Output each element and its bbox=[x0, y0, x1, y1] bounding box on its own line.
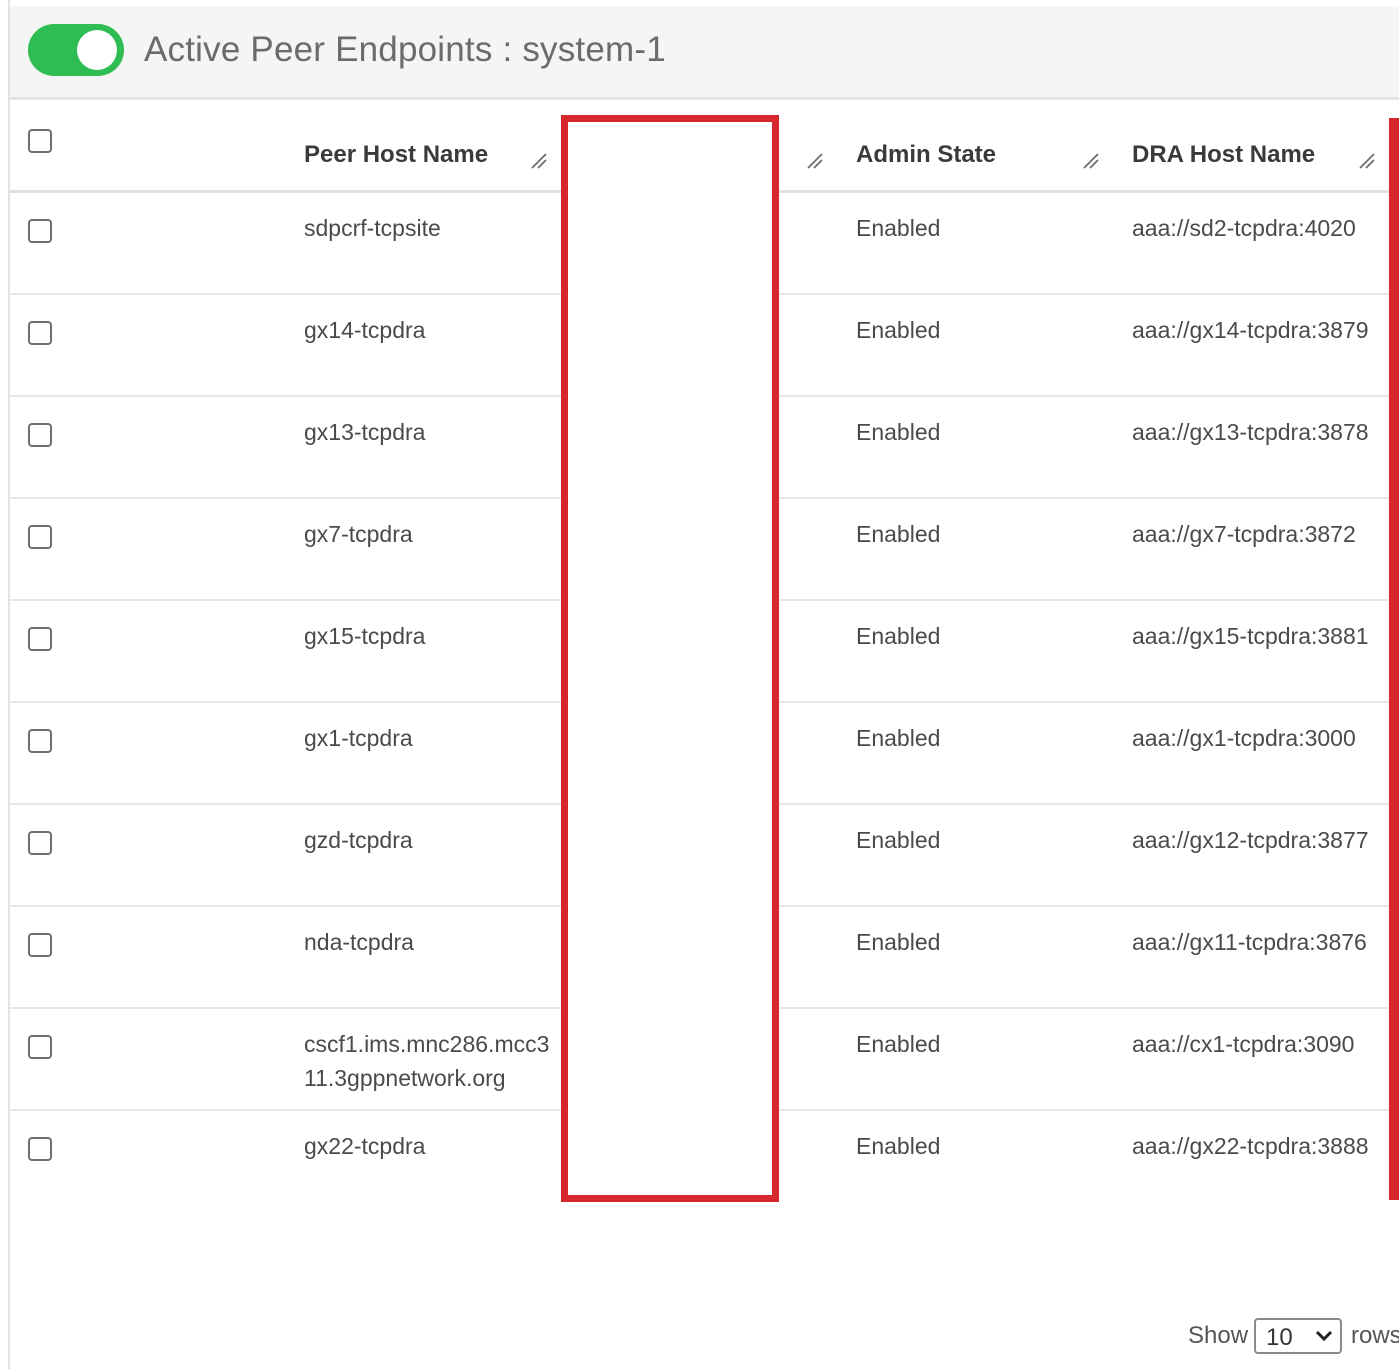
rows-label: rows bbox=[1351, 1322, 1399, 1349]
peer-host-name-cell: gx22-tcpdra bbox=[304, 1133, 426, 1159]
column-header-dra-host-name[interactable]: DRA Host Name bbox=[1132, 141, 1315, 169]
active-toggle[interactable] bbox=[28, 24, 124, 76]
peer-host-name-cell: gx7-tcpdra bbox=[304, 521, 413, 547]
row-checkbox[interactable] bbox=[28, 627, 52, 651]
page-size-select[interactable]: 10 bbox=[1254, 1318, 1342, 1354]
peer-host-name-cell: cscf1.ims.mnc286.mcc311.3gppnetwork.org bbox=[304, 1031, 550, 1091]
column-header-admin-state[interactable]: Admin State bbox=[856, 141, 996, 169]
peer-host-name-cell: sdpcrf-tcpsite bbox=[304, 215, 441, 241]
admin-state-cell: Enabled bbox=[856, 419, 941, 445]
row-checkbox[interactable] bbox=[28, 423, 52, 447]
column-resize-icon[interactable] bbox=[1356, 150, 1376, 170]
column-resize-icon[interactable] bbox=[804, 150, 824, 170]
show-label: Show bbox=[1188, 1322, 1249, 1349]
admin-state-cell: Enabled bbox=[856, 521, 941, 547]
admin-state-cell: Enabled bbox=[856, 1031, 941, 1057]
panel-header: Active Peer Endpoints : system-1 bbox=[10, 6, 1399, 100]
peer-host-name-cell: nda-tcpdra bbox=[304, 929, 414, 955]
admin-state-cell: Enabled bbox=[856, 929, 941, 955]
peer-host-name-cell: gzd-tcpdra bbox=[304, 827, 413, 853]
admin-state-cell: Enabled bbox=[856, 215, 941, 241]
column-header-peer-host-name[interactable]: Peer Host Name bbox=[304, 141, 488, 169]
page-size-value: 10 bbox=[1266, 1324, 1293, 1351]
chevron-down-icon bbox=[1315, 1330, 1333, 1342]
row-checkbox[interactable] bbox=[28, 321, 52, 345]
row-checkbox[interactable] bbox=[28, 1035, 52, 1059]
admin-state-cell: Enabled bbox=[856, 1133, 941, 1159]
admin-state-cell: Enabled bbox=[856, 317, 941, 343]
dra-host-name-cell: aaa://gx15-tcpdra:3881 bbox=[1132, 623, 1369, 649]
row-checkbox[interactable] bbox=[28, 831, 52, 855]
admin-state-cell: Enabled bbox=[856, 623, 941, 649]
dra-host-name-cell: aaa://gx12-tcpdra:3877 bbox=[1132, 827, 1369, 853]
dra-host-name-cell: aaa://gx22-tcpdra:3888 bbox=[1132, 1133, 1369, 1159]
dra-host-name-cell: aaa://cx1-tcpdra:3090 bbox=[1132, 1031, 1355, 1057]
peer-host-name-cell: gx15-tcpdra bbox=[304, 623, 426, 649]
dra-host-name-cell: aaa://gx11-tcpdra:3876 bbox=[1132, 929, 1367, 955]
peer-host-name-cell: gx1-tcpdra bbox=[304, 725, 413, 751]
admin-state-cell: Enabled bbox=[856, 827, 941, 853]
column-resize-icon[interactable] bbox=[528, 150, 548, 170]
select-all-checkbox[interactable] bbox=[28, 129, 52, 153]
redacted-edge-highlight bbox=[1389, 118, 1399, 1200]
row-checkbox[interactable] bbox=[28, 219, 52, 243]
row-checkbox[interactable] bbox=[28, 525, 52, 549]
dra-host-name-cell: aaa://gx7-tcpdra:3872 bbox=[1132, 521, 1356, 547]
peer-host-name-cell: gx14-tcpdra bbox=[304, 317, 426, 343]
row-checkbox[interactable] bbox=[28, 933, 52, 957]
dra-host-name-cell: aaa://gx14-tcpdra:3879 bbox=[1132, 317, 1369, 343]
row-checkbox[interactable] bbox=[28, 1137, 52, 1161]
dra-host-name-cell: aaa://gx13-tcpdra:3878 bbox=[1132, 419, 1369, 445]
toggle-knob bbox=[77, 30, 117, 70]
row-checkbox[interactable] bbox=[28, 729, 52, 753]
dra-host-name-cell: aaa://gx1-tcpdra:3000 bbox=[1132, 725, 1356, 751]
admin-state-cell: Enabled bbox=[856, 725, 941, 751]
column-resize-icon[interactable] bbox=[1080, 150, 1100, 170]
peer-host-name-cell: gx13-tcpdra bbox=[304, 419, 426, 445]
redacted-column-highlight bbox=[561, 115, 779, 1202]
dra-host-name-cell: aaa://sd2-tcpdra:4020 bbox=[1132, 215, 1356, 241]
page-title: Active Peer Endpoints : system-1 bbox=[144, 30, 666, 69]
